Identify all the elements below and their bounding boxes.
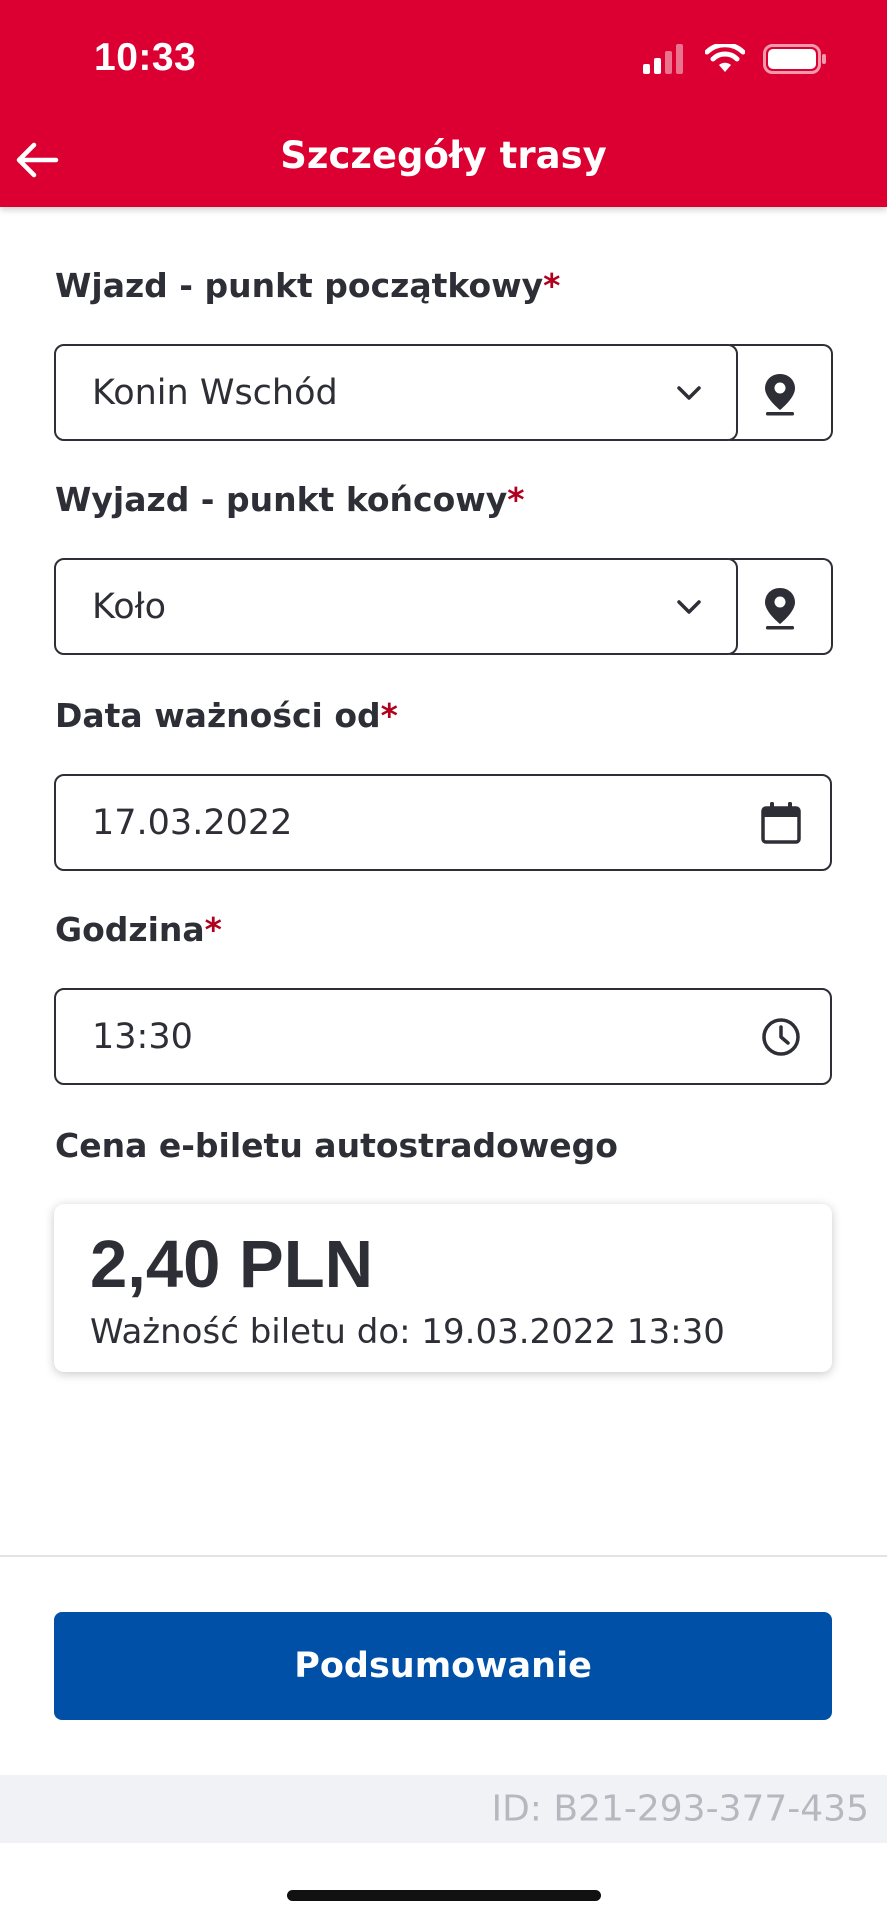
exit-point-value: Koło — [92, 586, 166, 627]
date-label: Data ważności od* — [55, 696, 398, 735]
summary-button[interactable]: Podsumowanie — [54, 1612, 832, 1720]
required-mark: * — [380, 696, 398, 735]
time-label: Godzina* — [55, 910, 222, 949]
location-pin-icon — [765, 588, 795, 630]
ticket-validity: Ważność biletu do: 19.03.2022 13:30 — [90, 1312, 725, 1352]
exit-point-select[interactable]: Koło — [54, 558, 738, 655]
required-mark: * — [507, 480, 525, 519]
entry-label: Wjazd - punkt początkowy* — [55, 266, 560, 305]
status-time: 10:33 — [94, 36, 197, 79]
battery-icon — [763, 44, 826, 74]
exit-label: Wyjazd - punkt końcowy* — [55, 480, 525, 519]
status-icons — [643, 42, 827, 76]
date-field[interactable]: 17.03.2022 — [54, 774, 832, 871]
entry-location-button[interactable] — [730, 344, 833, 441]
price-label: Cena e-biletu autostradowego — [55, 1126, 618, 1165]
chevron-down-icon — [677, 599, 701, 614]
entry-label-text: Wjazd - punkt początkowy — [55, 266, 544, 305]
entry-point-value: Konin Wschód — [92, 372, 338, 413]
date-label-text: Data ważności od — [55, 696, 381, 735]
page-title: Szczegóły trasy — [280, 134, 607, 177]
calendar-icon — [761, 801, 801, 844]
clock-icon — [762, 1017, 800, 1056]
home-indicator[interactable] — [287, 1890, 601, 1901]
chevron-down-icon — [677, 385, 701, 400]
required-mark: * — [204, 910, 222, 949]
time-label-text: Godzina — [55, 910, 205, 949]
time-value: 13:30 — [92, 1016, 193, 1057]
signal-icon — [643, 44, 683, 74]
price-card: 2,40 PLN Ważność biletu do: 19.03.2022 1… — [54, 1204, 832, 1372]
entry-point-select[interactable]: Konin Wschód — [54, 344, 738, 441]
price-amount: 2,40 PLN — [90, 1227, 374, 1302]
device-id: ID: B21-293-377-435 — [491, 1788, 869, 1830]
wifi-icon — [705, 44, 745, 72]
date-value: 17.03.2022 — [92, 802, 293, 843]
location-pin-icon — [765, 374, 795, 416]
app-header: 10:33 Szczegóły trasy — [0, 0, 887, 207]
exit-location-button[interactable] — [730, 558, 833, 655]
id-strip: ID: B21-293-377-435 — [0, 1775, 887, 1843]
required-mark: * — [543, 266, 561, 305]
time-field[interactable]: 13:30 — [54, 988, 832, 1085]
exit-label-text: Wyjazd - punkt końcowy — [55, 480, 508, 519]
